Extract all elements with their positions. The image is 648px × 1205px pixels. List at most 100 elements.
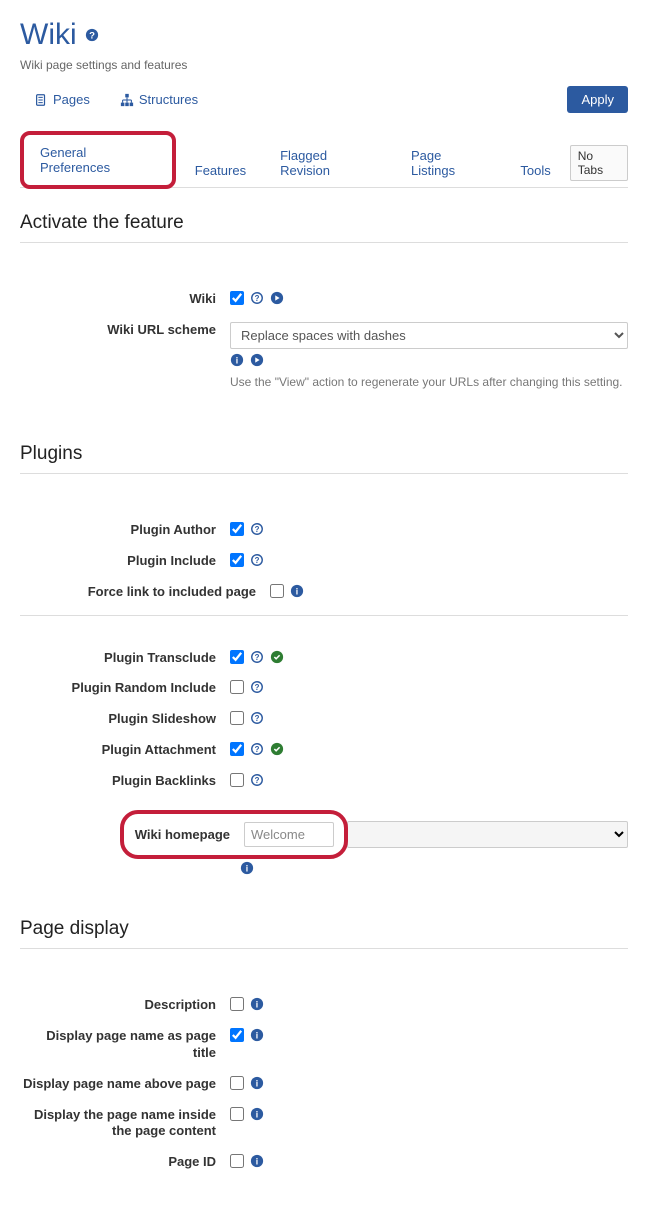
svg-text:?: ? xyxy=(255,525,260,534)
structures-link[interactable]: Structures xyxy=(120,92,198,107)
page-id-checkbox[interactable] xyxy=(230,1154,244,1168)
force-link-checkbox[interactable] xyxy=(270,584,284,598)
svg-text:?: ? xyxy=(255,684,260,693)
info-icon[interactable]: i xyxy=(240,861,254,875)
no-tabs-button[interactable]: No Tabs xyxy=(570,145,628,181)
check-circle-icon xyxy=(270,742,284,756)
plugin-author-label: Plugin Author xyxy=(20,522,230,539)
plugin-author-checkbox[interactable] xyxy=(230,522,244,536)
svg-text:?: ? xyxy=(255,556,260,565)
help-icon[interactable]: ? xyxy=(250,773,264,787)
info-icon[interactable]: i xyxy=(250,1076,264,1090)
svg-text:i: i xyxy=(236,355,238,365)
urlscheme-select[interactable]: Replace spaces with dashes xyxy=(230,322,628,349)
info-icon[interactable]: i xyxy=(250,1154,264,1168)
display-title-checkbox[interactable] xyxy=(230,1028,244,1042)
divider xyxy=(20,948,628,949)
description-label: Description xyxy=(20,997,230,1014)
info-icon[interactable]: i xyxy=(250,1028,264,1042)
plugin-include-label: Plugin Include xyxy=(20,553,230,570)
structures-link-label: Structures xyxy=(139,92,198,107)
plugin-backlinks-label: Plugin Backlinks xyxy=(20,773,230,790)
help-icon[interactable]: ? xyxy=(250,680,264,694)
tabs-row: General Preferences Features Flagged Rev… xyxy=(20,131,628,188)
top-links-row: Pages Structures Apply xyxy=(20,86,628,113)
tab-flagged-revision[interactable]: Flagged Revision xyxy=(265,138,392,187)
apply-button[interactable]: Apply xyxy=(567,86,628,113)
section-pagedisplay-title: Page display xyxy=(20,918,628,940)
svg-text:?: ? xyxy=(255,653,260,662)
check-circle-icon xyxy=(270,650,284,664)
divider xyxy=(20,615,628,616)
play-icon[interactable] xyxy=(270,291,284,305)
document-icon xyxy=(34,93,48,107)
section-activate-title: Activate the feature xyxy=(20,212,628,234)
plugin-random-label: Plugin Random Include xyxy=(20,680,230,697)
page-subtitle: Wiki page settings and features xyxy=(20,58,628,72)
wiki-label: Wiki xyxy=(20,291,230,308)
tab-tools[interactable]: Tools xyxy=(505,153,565,187)
help-icon[interactable]: ? xyxy=(250,291,264,305)
display-above-checkbox[interactable] xyxy=(230,1076,244,1090)
pages-link[interactable]: Pages xyxy=(34,92,90,107)
page-id-label: Page ID xyxy=(20,1154,230,1171)
help-icon[interactable]: ? xyxy=(250,742,264,756)
svg-text:?: ? xyxy=(255,745,260,754)
plugin-backlinks-checkbox[interactable] xyxy=(230,773,244,787)
plugin-attachment-label: Plugin Attachment xyxy=(20,742,230,759)
display-above-label: Display page name above page xyxy=(20,1076,230,1093)
sitemap-icon xyxy=(120,93,134,107)
svg-text:i: i xyxy=(296,586,298,596)
help-icon[interactable]: ? xyxy=(250,711,264,725)
svg-text:?: ? xyxy=(89,31,95,42)
plugin-slideshow-checkbox[interactable] xyxy=(230,711,244,725)
svg-text:i: i xyxy=(256,1030,258,1040)
wiki-homepage-row: Wiki homepage xyxy=(20,810,628,859)
plugin-slideshow-label: Plugin Slideshow xyxy=(20,711,230,728)
page-title: Wiki ? xyxy=(20,18,628,52)
wiki-homepage-label: Wiki homepage xyxy=(134,827,244,842)
wiki-checkbox[interactable] xyxy=(230,291,244,305)
pages-link-label: Pages xyxy=(53,92,90,107)
wiki-homepage-input[interactable] xyxy=(244,822,334,847)
play-icon[interactable] xyxy=(250,353,264,367)
svg-text:?: ? xyxy=(255,776,260,785)
help-icon[interactable]: ? xyxy=(250,522,264,536)
plugin-attachment-checkbox[interactable] xyxy=(230,742,244,756)
svg-text:i: i xyxy=(256,1109,258,1119)
info-icon[interactable]: i xyxy=(250,997,264,1011)
info-icon[interactable]: i xyxy=(230,353,244,367)
info-icon[interactable]: i xyxy=(250,1107,264,1121)
force-link-label: Force link to included page xyxy=(60,584,270,601)
info-icon[interactable]: i xyxy=(290,584,304,598)
wiki-homepage-highlight: Wiki homepage xyxy=(120,810,348,859)
divider xyxy=(20,473,628,474)
svg-text:i: i xyxy=(246,864,248,874)
help-icon[interactable]: ? xyxy=(250,650,264,664)
wiki-homepage-select[interactable] xyxy=(347,821,628,848)
description-checkbox[interactable] xyxy=(230,997,244,1011)
svg-text:i: i xyxy=(256,1157,258,1167)
plugin-transclude-label: Plugin Transclude xyxy=(20,650,230,667)
svg-text:i: i xyxy=(256,1078,258,1088)
section-plugins-title: Plugins xyxy=(20,443,628,465)
svg-text:?: ? xyxy=(255,294,260,303)
help-icon[interactable]: ? xyxy=(85,28,99,42)
tab-page-listings[interactable]: Page Listings xyxy=(396,138,501,187)
urlscheme-hint: Use the "View" action to regenerate your… xyxy=(230,375,628,389)
tab-features[interactable]: Features xyxy=(180,153,261,187)
svg-text:i: i xyxy=(256,1000,258,1010)
display-inside-checkbox[interactable] xyxy=(230,1107,244,1121)
display-inside-label: Display the page name inside the page co… xyxy=(20,1107,230,1141)
urlscheme-label: Wiki URL scheme xyxy=(20,322,230,339)
plugin-random-checkbox[interactable] xyxy=(230,680,244,694)
divider xyxy=(20,242,628,243)
plugin-transclude-checkbox[interactable] xyxy=(230,650,244,664)
tab-general-preferences[interactable]: General Preferences xyxy=(20,131,176,189)
display-title-label: Display page name as page title xyxy=(20,1028,230,1062)
wiki-homepage-select-wrap xyxy=(347,821,628,848)
plugin-include-checkbox[interactable] xyxy=(230,553,244,567)
page-title-text: Wiki xyxy=(20,18,77,52)
help-icon[interactable]: ? xyxy=(250,553,264,567)
svg-text:?: ? xyxy=(255,714,260,723)
